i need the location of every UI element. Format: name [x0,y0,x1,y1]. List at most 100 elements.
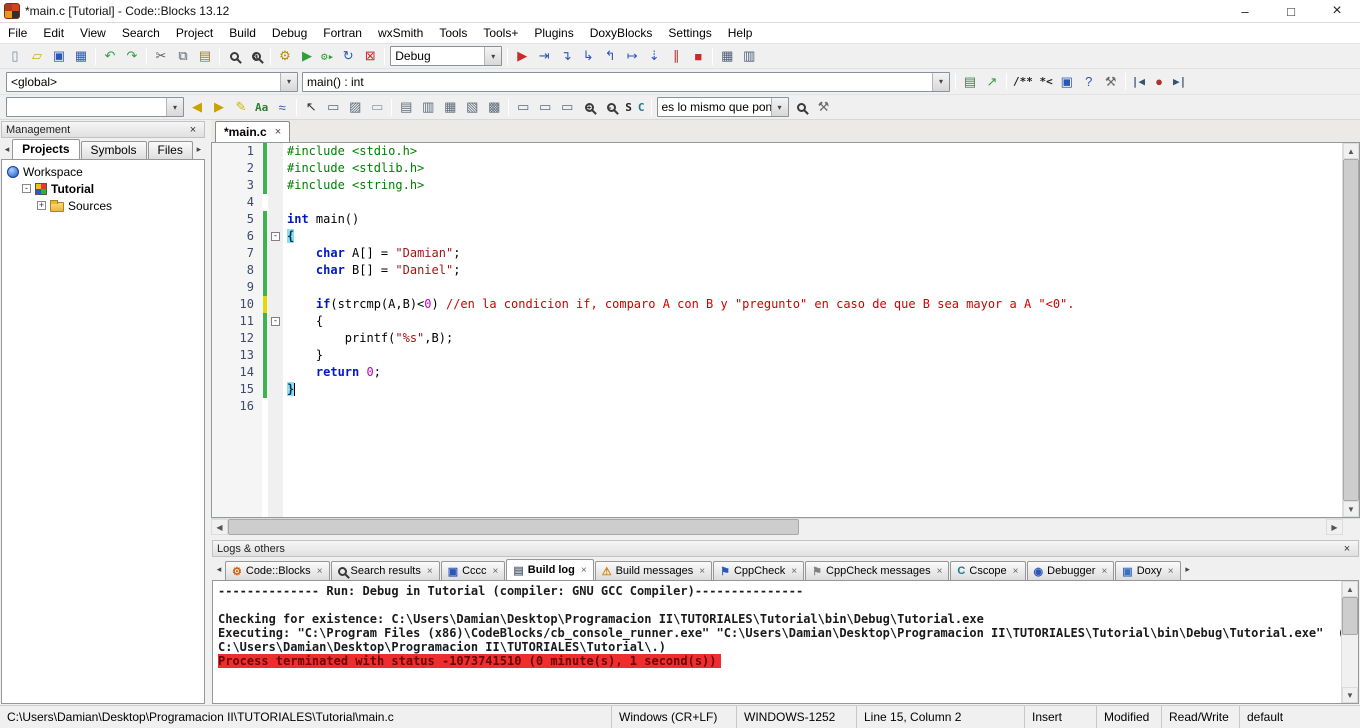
redo-icon[interactable]: ↷ [121,46,143,66]
tab-close-icon[interactable]: × [1101,566,1107,577]
step-out-icon[interactable]: ↰ [599,46,621,66]
tab-close-icon[interactable]: × [317,566,323,577]
doxy-block-comment-button[interactable]: /** *< [1010,72,1056,92]
pointer-tool-icon[interactable]: ↖ [300,97,322,117]
logs-tab-cppcheck[interactable]: ⚑CppCheck× [713,561,804,580]
browse-marker-icon[interactable]: ● [1148,72,1170,92]
find-icon[interactable] [223,46,245,66]
code-line[interactable]: 5int main() [212,211,1342,228]
highlight-occurrences-icon[interactable]: ≈ [271,97,293,117]
logs-tab-cppcheck-messages[interactable]: ⚑CppCheck messages× [805,561,949,580]
menu-settings[interactable]: Settings [660,23,719,44]
logs-vertical-scrollbar[interactable]: ▲ ▼ [1341,581,1358,703]
editor-tab-close-icon[interactable]: × [275,126,281,138]
code-line[interactable]: 7 char A[] = "Damian"; [212,245,1342,262]
management-tab-files[interactable]: Files [148,141,193,159]
menu-tools-[interactable]: Tools+ [475,23,526,44]
stop-debugger-icon[interactable]: ■ [687,46,709,66]
border-style-icon-2[interactable]: ▭ [534,97,556,117]
logs-tab-build-log[interactable]: ▤Build log× [506,559,593,580]
align-left-icon[interactable]: ▤ [395,97,417,117]
vertical-scroll-thumb[interactable] [1343,159,1359,501]
tree-item-sources[interactable]: +Sources [2,197,204,214]
menu-tools[interactable]: Tools [431,23,475,44]
build-and-run-icon[interactable]: ⚙▸ [318,46,337,66]
collapse-icon[interactable]: - [22,184,31,193]
search-prev-icon[interactable]: ◀ [186,97,208,117]
cscope-icon[interactable]: C [635,97,648,117]
align-center-icon[interactable]: ▥ [417,97,439,117]
logs-close-icon[interactable]: × [1340,543,1354,555]
scroll-up-icon[interactable]: ▲ [1343,143,1359,159]
align-right-icon[interactable]: ▦ [439,97,461,117]
menu-edit[interactable]: Edit [35,23,72,44]
fold-minus-icon[interactable]: - [271,232,280,241]
thread-search-button[interactable] [791,97,813,117]
align-bottom-icon[interactable]: ▩ [483,97,505,117]
rebuild-icon[interactable]: ↻ [337,46,359,66]
abort-build-icon[interactable]: ⊠ [359,46,381,66]
code-line[interactable]: 10 if(strcmp(A,B)<0) //en la condicion i… [212,296,1342,313]
editor-tab-main-c[interactable]: *main.c × [215,121,290,142]
build-icon[interactable]: ⚙ [274,46,296,66]
open-file-icon[interactable]: ▱ [26,46,48,66]
doxy-settings-icon[interactable]: ⚒ [1100,72,1122,92]
run-to-cursor-icon[interactable]: ⇥ [533,46,555,66]
code-line[interactable]: 2#include <stdlib.h> [212,160,1342,177]
menu-fortran[interactable]: Fortran [315,23,370,44]
management-tab-symbols[interactable]: Symbols [81,141,147,159]
logs-tab-debugger[interactable]: ◉Debugger× [1027,561,1115,580]
menu-wxsmith[interactable]: wxSmith [370,23,431,44]
fold-minus-icon[interactable]: - [271,317,280,326]
logs-scroll-down-icon[interactable]: ▼ [1342,687,1358,703]
horizontal-scroll-thumb[interactable] [228,519,799,535]
tab-close-icon[interactable]: × [427,566,433,577]
dropdown-arrow-icon[interactable]: ▾ [166,98,183,116]
tab-close-icon[interactable]: × [1013,566,1019,577]
copy-icon[interactable]: ⧉ [172,46,194,66]
paste-icon[interactable]: ▤ [194,46,216,66]
debug-continue-icon[interactable]: ▶ [511,46,533,66]
dropdown-arrow-icon[interactable]: ▾ [484,47,501,65]
logs-tab-cscope[interactable]: CCscope× [950,561,1025,580]
border-style-icon-3[interactable]: ▭ [556,97,578,117]
code-line[interactable]: 9 [212,279,1342,296]
thread-search-combo[interactable]: es lo mismo que poner▾ [657,97,789,117]
replace-icon[interactable]: a [245,46,267,66]
logs-tab-scroll-right-icon[interactable]: ▸ [1182,564,1194,575]
code-line[interactable]: 11- { [212,313,1342,330]
search-next-icon[interactable]: ▶ [208,97,230,117]
close-button[interactable]: × [1314,0,1360,22]
new-file-icon[interactable]: ▯ [4,46,26,66]
thread-search-options-icon[interactable]: ⚒ [813,97,835,117]
code-line[interactable]: 15} [212,381,1342,398]
goto-implementation-icon[interactable]: ↗ [981,72,1003,92]
logs-tab-doxy[interactable]: ▣Doxy× [1115,561,1180,580]
minimize-button[interactable]: – [1222,0,1268,22]
scroll-left-icon[interactable]: ◀ [211,519,228,535]
menu-help[interactable]: Help [720,23,761,44]
run-icon[interactable]: ▶ [296,46,318,66]
symbols-browser-icon[interactable]: ▤ [959,72,981,92]
menu-plugins[interactable]: Plugins [526,23,581,44]
menu-doxyblocks[interactable]: DoxyBlocks [582,23,661,44]
zoom-in-icon[interactable]: + [578,97,600,117]
undo-icon[interactable]: ↶ [99,46,121,66]
menu-debug[interactable]: Debug [264,23,315,44]
match-case-icon[interactable]: Aa [252,97,271,117]
dropdown-arrow-icon[interactable]: ▾ [932,73,949,91]
code-line[interactable]: 16 [212,398,1342,415]
highlight-toggle-icon[interactable]: ✎ [230,97,252,117]
dropdown-arrow-icon[interactable]: ▾ [280,73,297,91]
tab-close-icon[interactable]: × [699,566,705,577]
align-top-icon[interactable]: ▧ [461,97,483,117]
next-instruction-icon[interactable]: ↦ [621,46,643,66]
tab-close-icon[interactable]: × [1168,566,1174,577]
spell-checker-icon[interactable]: S [622,97,635,117]
scroll-right-icon[interactable]: ▶ [1326,519,1343,535]
cut-icon[interactable]: ✂ [150,46,172,66]
management-close-icon[interactable]: × [186,124,200,136]
code-area[interactable]: 1#include <stdio.h>2#include <stdlib.h>3… [212,143,1342,517]
step-into-icon[interactable]: ↳ [577,46,599,66]
code-line[interactable]: 8 char B[] = "Daniel"; [212,262,1342,279]
